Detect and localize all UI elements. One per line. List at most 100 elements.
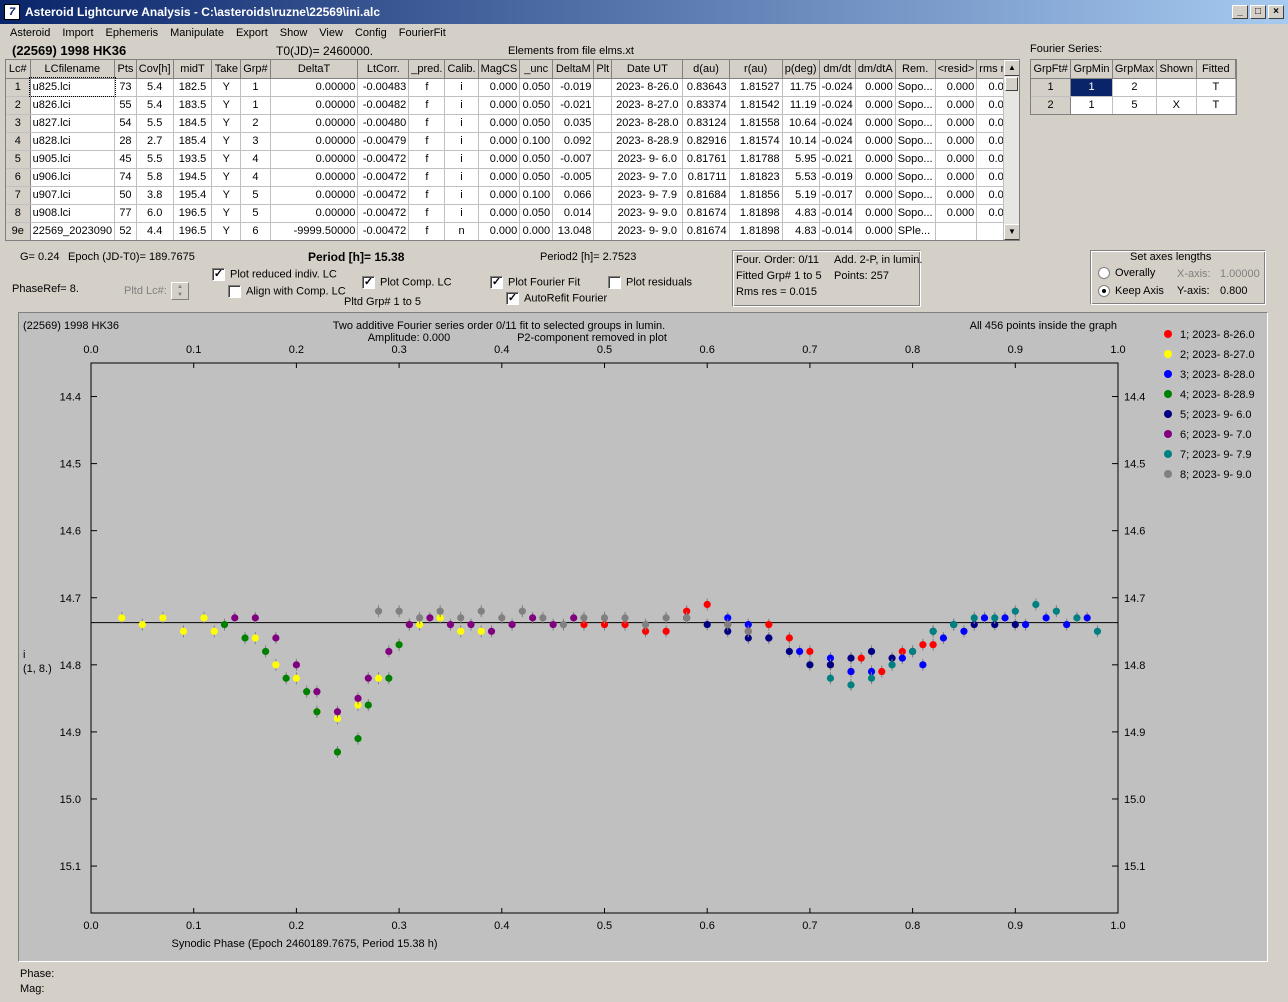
table-cell[interactable]: 0.050 xyxy=(519,114,554,133)
menu-ephemeris[interactable]: Ephemeris xyxy=(100,27,165,39)
table-cell[interactable]: Y xyxy=(211,132,242,151)
table-cell[interactable]: 5.5 xyxy=(136,150,174,169)
plot-residuals-checkbox[interactable]: Plot residuals xyxy=(608,276,692,289)
table-cell[interactable] xyxy=(593,132,613,151)
column-header[interactable]: GrpMin xyxy=(1070,60,1113,79)
table-cell[interactable]: 0.00000 xyxy=(270,186,359,205)
table-cell[interactable] xyxy=(593,150,613,169)
scroll-up-icon[interactable]: ▲ xyxy=(1004,60,1019,76)
table-cell[interactable]: 0.00000 xyxy=(270,150,359,169)
table-cell[interactable]: 2023- 9- 9.0 xyxy=(611,222,684,240)
table-cell[interactable]: 0.000 xyxy=(935,114,978,133)
table-cell[interactable]: 11.75 xyxy=(782,78,820,97)
table-cell[interactable]: -0.00472 xyxy=(357,150,410,169)
column-header[interactable]: GrpMax xyxy=(1112,60,1158,79)
table-cell[interactable]: 0.000 xyxy=(478,132,521,151)
table-cell[interactable]: 52 xyxy=(114,222,137,240)
table-cell[interactable]: 0.100 xyxy=(519,132,554,151)
table-cell[interactable]: u826.lci xyxy=(30,96,116,115)
row-header[interactable]: 1 xyxy=(1031,78,1072,97)
table-cell[interactable]: 183.5 xyxy=(173,96,213,115)
row-header[interactable]: 1 xyxy=(6,78,31,97)
table-cell[interactable]: f xyxy=(408,96,446,115)
checkbox-checked-icon[interactable]: ✓ xyxy=(362,276,375,289)
table-row[interactable]: 3 u827.lci 54 5.5 184.5 Y 2 0.00000 -0.00480 f i 0.… xyxy=(6,114,1019,133)
checkbox-checked-icon[interactable]: ✓ xyxy=(506,292,519,305)
plot-fourier-checkbox[interactable]: ✓ Plot Fourier Fit xyxy=(490,276,580,289)
table-cell[interactable]: 184.5 xyxy=(173,114,213,133)
table-cell[interactable]: f xyxy=(408,132,446,151)
table-cell[interactable]: 50 xyxy=(114,186,137,205)
row-header[interactable]: 2 xyxy=(6,96,31,115)
table-cell[interactable]: 10.64 xyxy=(782,114,820,133)
column-header[interactable]: DeltaM xyxy=(552,60,595,79)
table-cell[interactable]: 0.81674 xyxy=(682,204,730,223)
table-cell[interactable]: -0.00472 xyxy=(357,186,410,205)
table-cell[interactable]: 0.81674 xyxy=(682,222,730,240)
table-cell[interactable]: i xyxy=(444,186,479,205)
table-row[interactable]: 6 u906.lci 74 5.8 194.5 Y 4 0.00000 -0.00472 f i 0.… xyxy=(6,168,1019,187)
table-cell[interactable]: 2023- 8-27.0 xyxy=(611,96,684,115)
column-header[interactable]: Fitted xyxy=(1196,60,1236,79)
table-cell[interactable]: 4.83 xyxy=(782,222,820,240)
table-cell[interactable]: 0.050 xyxy=(519,204,554,223)
table-cell[interactable]: u905.lci xyxy=(30,150,116,169)
chart-svg[interactable]: (22569) 1998 HK36 Two additive Fourier se… xyxy=(19,313,1267,961)
table-cell[interactable]: u907.lci xyxy=(30,186,116,205)
table-cell[interactable]: 182.5 xyxy=(173,78,213,97)
table-cell[interactable]: 0.000 xyxy=(478,78,521,97)
table-cell[interactable]: 0.000 xyxy=(855,78,896,97)
scroll-thumb[interactable] xyxy=(1005,77,1018,91)
table-cell[interactable]: 0.050 xyxy=(519,96,554,115)
table-cell[interactable]: 2023- 9- 6.0 xyxy=(611,150,684,169)
table-cell[interactable]: 5 xyxy=(240,204,271,223)
table-cell[interactable]: f xyxy=(408,204,446,223)
column-header[interactable]: _unc xyxy=(519,60,554,79)
table-cell[interactable]: 0.000 xyxy=(935,168,978,187)
plot-reduced-checkbox[interactable]: ✓ Plot reduced indiv. LC xyxy=(212,268,337,281)
table-cell[interactable]: 0.000 xyxy=(478,204,521,223)
table-cell[interactable]: 1.81898 xyxy=(729,204,783,223)
table-cell[interactable]: 196.5 xyxy=(173,222,213,240)
column-header[interactable]: MagCS xyxy=(478,60,521,79)
table-cell[interactable]: 5.19 xyxy=(782,186,820,205)
table-cell[interactable]: 0.092 xyxy=(552,132,595,151)
row-header[interactable]: 8 xyxy=(6,204,31,223)
table-cell[interactable]: -0.024 xyxy=(819,96,856,115)
table-cell[interactable]: 45 xyxy=(114,150,137,169)
table-cell[interactable]: 73 xyxy=(114,78,137,97)
table-cell[interactable] xyxy=(593,186,613,205)
table-cell[interactable]: 3 xyxy=(240,132,271,151)
table-cell[interactable]: -0.024 xyxy=(819,78,856,97)
table-row[interactable]: 5 u905.lci 45 5.5 193.5 Y 4 0.00000 -0.00472 f i 0.… xyxy=(6,150,1019,169)
plot-comp-checkbox[interactable]: ✓ Plot Comp. LC xyxy=(362,276,452,289)
row-header[interactable]: 5 xyxy=(6,150,31,169)
table-cell[interactable]: -0.021 xyxy=(819,150,856,169)
table-cell[interactable]: 185.4 xyxy=(173,132,213,151)
table-cell[interactable]: 10.14 xyxy=(782,132,820,151)
column-header[interactable]: d(au) xyxy=(682,60,730,79)
table-cell[interactable]: 1.81527 xyxy=(729,78,783,97)
table-cell[interactable]: 3.8 xyxy=(136,186,174,205)
table-cell[interactable]: Sopo... xyxy=(895,168,936,187)
table-cell[interactable]: 2023- 9- 7.0 xyxy=(611,168,684,187)
table-cell[interactable]: 6 xyxy=(240,222,271,240)
x-axis-value[interactable]: 1.00000 xyxy=(1220,268,1260,280)
table-cell[interactable]: 55 xyxy=(114,96,137,115)
column-header[interactable]: LtCorr. xyxy=(357,60,410,79)
checkbox-checked-icon[interactable]: ✓ xyxy=(490,276,503,289)
table-cell[interactable]: u906.lci xyxy=(30,168,116,187)
spin-down-icon[interactable]: ▼ xyxy=(172,291,188,299)
table-cell[interactable]: 0.000 xyxy=(935,186,978,205)
table-row[interactable]: 112T xyxy=(1031,78,1236,97)
table-cell[interactable]: 0.81711 xyxy=(682,168,730,187)
table-cell[interactable]: Sopo... xyxy=(895,114,936,133)
table-cell[interactable]: 0.000 xyxy=(519,222,554,240)
table-cell[interactable]: 0.050 xyxy=(519,78,554,97)
table-cell[interactable]: n xyxy=(444,222,479,240)
table-cell[interactable]: 0.83124 xyxy=(682,114,730,133)
table-cell[interactable]: 0.000 xyxy=(935,150,978,169)
table-cell[interactable]: 0.000 xyxy=(478,168,521,187)
table-cell[interactable]: 1.81558 xyxy=(729,114,783,133)
table-cell[interactable]: 77 xyxy=(114,204,137,223)
